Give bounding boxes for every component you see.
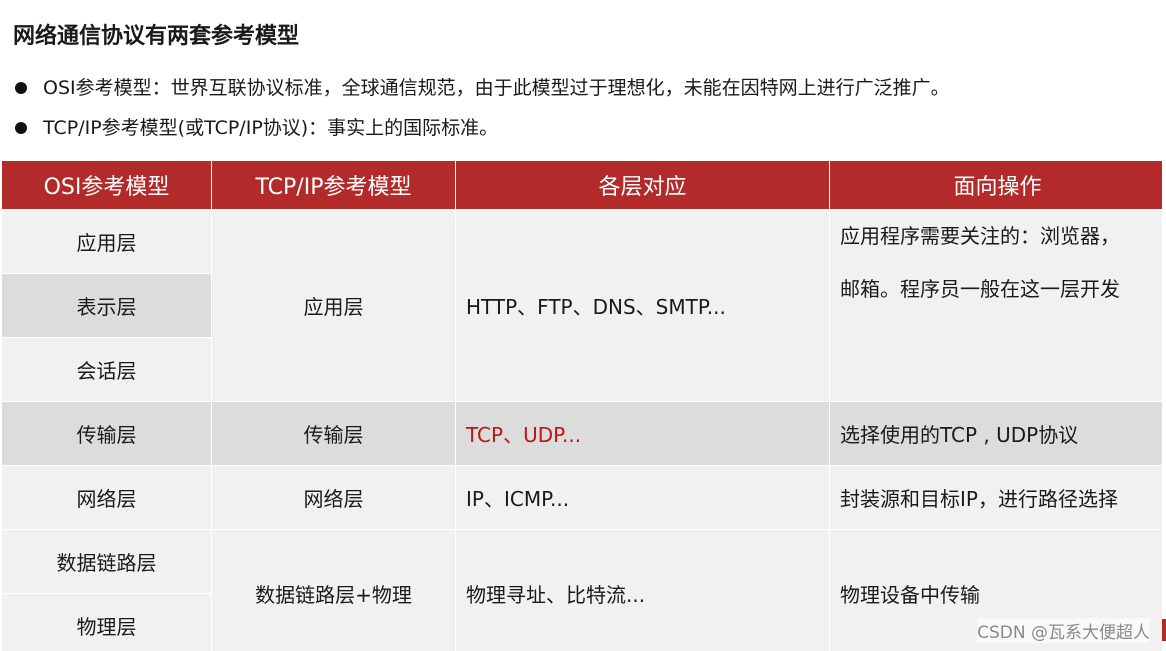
osi-layer-application: 应用层 xyxy=(2,210,211,273)
protocols-transport: TCP、UDP... xyxy=(456,402,829,465)
osi-layer-transport: 传输层 xyxy=(2,402,211,465)
bullet-dot-icon xyxy=(15,122,27,134)
protocols-link-physical: 物理寻址、比特流... xyxy=(456,530,829,651)
protocols-application: HTTP、FTP、DNS、SMTP... xyxy=(456,210,829,401)
operations-application-line1: 应用程序需要关注的：浏览器， xyxy=(840,224,1120,248)
page-title: 网络通信协议有两套参考模型 xyxy=(13,23,300,49)
operations-network: 封装源和目标IP，进行路径选择 xyxy=(830,466,1162,529)
tcpip-layer-network: 网络层 xyxy=(212,466,455,529)
bullet-text: OSI参考模型：世界互联协议标准，全球通信规范，由于此模型过于理想化，未能在因特… xyxy=(43,77,950,99)
osi-layer-presentation: 表示层 xyxy=(2,274,211,337)
bullet-item-osi: OSI参考模型：世界互联协议标准，全球通信规范，由于此模型过于理想化，未能在因特… xyxy=(13,68,950,108)
header-osi: OSI参考模型 xyxy=(2,161,211,209)
osi-layer-network: 网络层 xyxy=(2,466,211,529)
edge-mark xyxy=(1162,619,1166,641)
operations-application-line2: 邮箱。程序员一般在这一层开发 xyxy=(840,277,1120,301)
header-operations: 面向操作 xyxy=(830,161,1162,209)
bullet-list: OSI参考模型：世界互联协议标准，全球通信规范，由于此模型过于理想化，未能在因特… xyxy=(13,68,950,148)
page: 网络通信协议有两套参考模型 OSI参考模型：世界互联协议标准，全球通信规范，由于… xyxy=(0,0,1166,651)
bullet-dot-icon xyxy=(15,82,27,94)
header-protocols: 各层对应 xyxy=(456,161,829,209)
tcpip-layer-application: 应用层 xyxy=(212,210,455,401)
header-tcpip: TCP/IP参考模型 xyxy=(212,161,455,209)
tcpip-layer-link-physical: 数据链路层+物理 xyxy=(212,530,455,651)
operations-transport: 选择使用的TCP , UDP协议 xyxy=(830,402,1162,465)
watermark: CSDN @瓦系大便超人 xyxy=(977,618,1150,643)
protocols-network: IP、ICMP... xyxy=(456,466,829,529)
osi-layer-session: 会话层 xyxy=(2,338,211,401)
model-comparison-table: OSI参考模型 TCP/IP参考模型 各层对应 面向操作 应用层 表示层 会话层… xyxy=(2,161,1162,651)
bullet-text: TCP/IP参考模型(或TCP/IP协议)：事实上的国际标准。 xyxy=(43,117,499,139)
osi-layer-physical: 物理层 xyxy=(2,594,211,651)
osi-layer-datalink: 数据链路层 xyxy=(2,530,211,593)
operations-application: 应用程序需要关注的：浏览器， 邮箱。程序员一般在这一层开发 xyxy=(830,210,1162,401)
tcpip-layer-transport: 传输层 xyxy=(212,402,455,465)
bullet-item-tcpip: TCP/IP参考模型(或TCP/IP协议)：事实上的国际标准。 xyxy=(13,108,950,148)
